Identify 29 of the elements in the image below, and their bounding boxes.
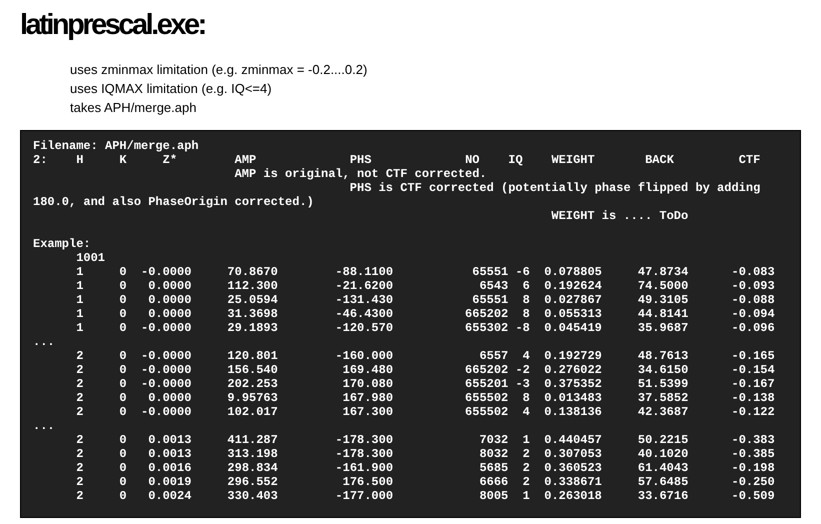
ellipsis: ... — [33, 419, 55, 433]
record-id: 1001 — [76, 251, 105, 265]
column-note: AMP is original, not CTF corrected. — [234, 167, 487, 181]
data-row: 2 0 -0.0000 120.801 -160.000 6557 4 0.192729 48.7613 -0.165 — [76, 349, 775, 363]
data-row: 2 0 0.0013 313.198 -178.300 8032 2 0.307053 40.1020 -0.385 — [76, 447, 775, 461]
column-note: WEIGHT is .... ToDo — [551, 209, 688, 223]
description-line: uses IQMAX limitation (e.g. IQ<=4) — [70, 80, 272, 98]
ellipsis: ... — [33, 335, 55, 349]
filename-line: Filename: APH/merge.aph — [33, 139, 199, 153]
column-note: PHS is CTF corrected (potentially phase flipped by adding — [350, 181, 760, 195]
data-row: 2 0 -0.0000 102.017 167.300 655502 4 0.138136 42.3687 -0.122 — [76, 405, 775, 419]
column-note: 180.0, and also PhaseOrigin corrected.) — [33, 195, 314, 209]
data-row: 2 0 -0.0000 202.253 170.080 655201 -3 0.375352 51.5399 -0.167 — [76, 377, 775, 391]
example-label: Example: — [33, 237, 91, 251]
data-row: 2 0 -0.0000 156.540 169.480 665202 -2 0.276022 34.6150 -0.154 — [76, 363, 775, 377]
description-line: uses zminmax limitation (e.g. zminmax = -0.2....0.2) — [70, 61, 368, 79]
data-row: 1 0 -0.0000 70.8670 -88.1100 65551 -6 0.078805 47.8734 -0.083 — [76, 265, 775, 279]
data-row: 1 0 -0.0000 29.1893 -120.570 655302 -8 0.045419 35.9687 -0.096 — [76, 321, 775, 335]
data-row: 2 0 0.0024 330.403 -177.000 8005 1 0.263018 33.6716 -0.509 — [76, 489, 775, 503]
description-line: takes APH/merge.aph — [70, 99, 196, 117]
data-row: 1 0 0.0000 31.3698 -46.4300 665202 8 0.055313 44.8141 -0.094 — [76, 307, 775, 321]
data-row: 1 0 0.0000 112.300 -21.6200 6543 6 0.192624 74.5000 -0.093 — [76, 279, 775, 293]
data-row: 2 0 0.0019 296.552 176.500 6666 2 0.338671 57.6485 -0.250 — [76, 475, 775, 489]
data-row: 2 0 0.0013 411.287 -178.300 7032 1 0.440457 50.2215 -0.383 — [76, 433, 775, 447]
data-row: 1 0 0.0000 25.0594 -131.430 65551 8 0.027867 49.3105 -0.088 — [76, 293, 775, 307]
data-row: 2 0 0.0000 9.95763 167.980 655502 8 0.013483 37.5852 -0.138 — [76, 391, 775, 405]
data-row: 2 0 0.0016 298.834 -161.900 5685 2 0.360523 61.4043 -0.198 — [76, 461, 775, 475]
page-title: latinprescal.exe: — [20, 8, 205, 42]
column-header-line: 2: H K Z* AMP PHS NO IQ WEIGHT BACK CTF — [33, 153, 760, 167]
